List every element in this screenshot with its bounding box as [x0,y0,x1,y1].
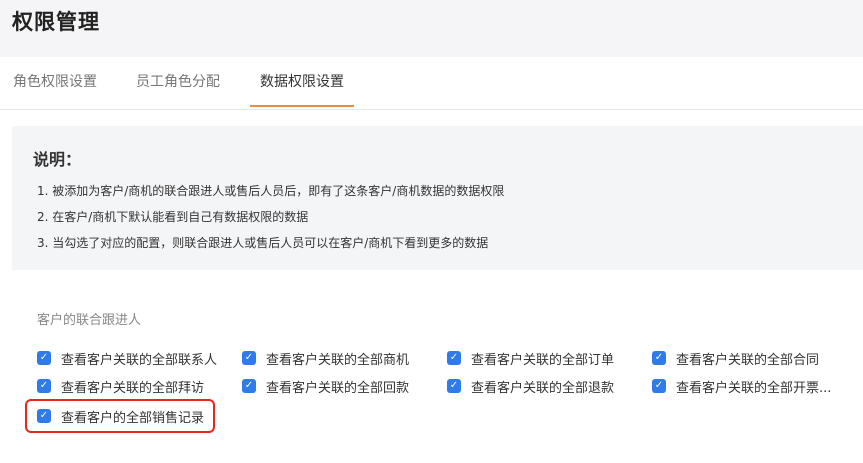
section-label: 客户的联合跟进人 [37,313,142,328]
checkbox-label: 查看客户关联的全部合同 [676,352,820,368]
check-icon: ✓ [242,351,256,365]
tab-data-permission[interactable]: 数据权限设置 [260,57,344,109]
checkbox-label: 查看客户关联的全部联系人 [61,352,218,368]
checkbox-all-opportunities[interactable]: ✓ 查看客户关联的全部商机 [242,348,409,368]
checkbox-label: 查看客户关联的全部回款 [266,380,410,396]
notice-title: 说明： [33,150,82,169]
checkbox-label: 查看客户关联的全部订单 [471,352,615,368]
checkbox-label: 查看客户的全部销售记录 [61,410,205,426]
tab-role-permission[interactable]: 角色权限设置 [13,57,97,109]
notice-line-2: 2. 在客户/商机下默认能看到自己有数据权限的数据 [37,210,309,224]
checkbox-label: 查看客户关联的全部商机 [266,352,410,368]
checkbox-label: 查看客户关联的全部退款 [471,380,615,396]
check-icon: ✓ [447,351,461,365]
check-icon: ✓ [242,379,256,393]
check-icon: ✓ [37,409,51,423]
notice-line-3: 3. 当勾选了对应的配置，则联合跟进人或售后人员可以在客户/商机下看到更多的数据 [37,236,489,250]
checkbox-label: 查看客户关联的全部拜访 [61,380,205,396]
checkbox-label: 查看客户关联的全部开票... [676,380,832,396]
tab-staff-role[interactable]: 员工角色分配 [136,57,220,109]
tab-bar: 角色权限设置 员工角色分配 数据权限设置 [0,57,863,110]
checkbox-all-invoices[interactable]: ✓ 查看客户关联的全部开票... [652,376,831,396]
checkbox-all-visits[interactable]: ✓ 查看客户关联的全部拜访 [37,376,204,396]
checkbox-all-payments[interactable]: ✓ 查看客户关联的全部回款 [242,376,409,396]
check-icon: ✓ [652,351,666,365]
check-icon: ✓ [37,351,51,365]
checkbox-all-contracts[interactable]: ✓ 查看客户关联的全部合同 [652,348,819,368]
checkbox-all-refunds[interactable]: ✓ 查看客户关联的全部退款 [447,376,614,396]
check-icon: ✓ [37,379,51,393]
active-tab-indicator [250,105,354,107]
checkbox-all-orders[interactable]: ✓ 查看客户关联的全部订单 [447,348,614,368]
page-title: 权限管理 [12,10,100,34]
notice-line-1: 1. 被添加为客户/商机的联合跟进人或售后人员后，即有了这条客户/商机数据的数据… [37,184,505,198]
page-header: 权限管理 [0,0,863,57]
checkbox-all-contacts[interactable]: ✓ 查看客户关联的全部联系人 [37,348,217,368]
check-icon: ✓ [652,379,666,393]
notice-panel: 说明： 1. 被添加为客户/商机的联合跟进人或售后人员后，即有了这条客户/商机数… [12,126,863,270]
checkbox-all-sales-records[interactable]: ✓ 查看客户的全部销售记录 [37,406,204,426]
check-icon: ✓ [447,379,461,393]
